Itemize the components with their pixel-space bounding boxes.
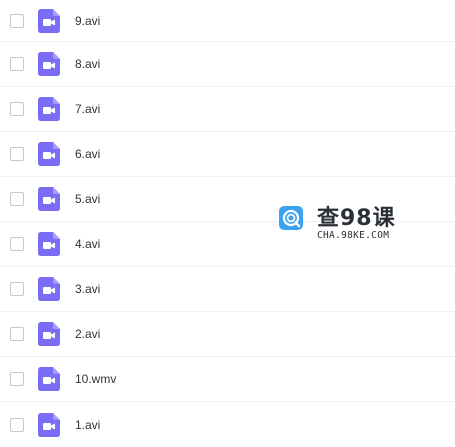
video-file-icon (38, 412, 60, 437)
row-checkbox[interactable] (10, 147, 24, 161)
file-name[interactable]: 6.avi (75, 147, 100, 161)
file-row[interactable]: 8.avi (0, 42, 455, 87)
file-name[interactable]: 10.wmv (75, 372, 116, 386)
row-checkbox[interactable] (10, 237, 24, 251)
file-row[interactable]: 6.avi (0, 132, 455, 177)
row-checkbox[interactable] (10, 102, 24, 116)
row-checkbox[interactable] (10, 282, 24, 296)
watermark-subtitle: CHA.98KE.COM (317, 230, 390, 241)
video-file-icon (38, 277, 60, 301)
file-name[interactable]: 8.avi (75, 57, 100, 71)
row-checkbox[interactable] (10, 372, 24, 386)
file-name[interactable]: 4.avi (75, 237, 100, 251)
row-checkbox[interactable] (10, 13, 24, 28)
video-file-icon (38, 8, 60, 33)
watermark-title: 查98课 (317, 206, 396, 231)
file-row[interactable]: 10.wmv (0, 357, 455, 402)
file-name[interactable]: 7.avi (75, 102, 100, 116)
file-row[interactable]: 7.avi (0, 87, 455, 132)
video-file-icon (38, 142, 60, 166)
watermark: 查98课 CHA.98KE.COM (279, 198, 404, 246)
row-checkbox[interactable] (10, 417, 24, 432)
file-name[interactable]: 5.avi (75, 192, 100, 206)
video-file-icon (38, 367, 60, 391)
file-row[interactable]: 2.avi (0, 312, 455, 357)
row-checkbox[interactable] (10, 192, 24, 206)
video-file-icon (38, 232, 60, 256)
file-name[interactable]: 2.avi (75, 327, 100, 341)
video-file-icon (38, 52, 60, 76)
video-file-icon (38, 322, 60, 346)
file-row[interactable]: 9.avi (0, 0, 455, 42)
file-row[interactable]: 1.avi (0, 402, 455, 447)
video-file-icon (38, 187, 60, 211)
file-name[interactable]: 1.avi (75, 418, 100, 432)
file-row[interactable]: 3.avi (0, 267, 455, 312)
video-file-icon (38, 97, 60, 121)
file-name[interactable]: 9.avi (75, 14, 100, 28)
row-checkbox[interactable] (10, 327, 24, 341)
file-name[interactable]: 3.avi (75, 282, 100, 296)
row-checkbox[interactable] (10, 57, 24, 71)
search-logo-icon (279, 206, 303, 230)
